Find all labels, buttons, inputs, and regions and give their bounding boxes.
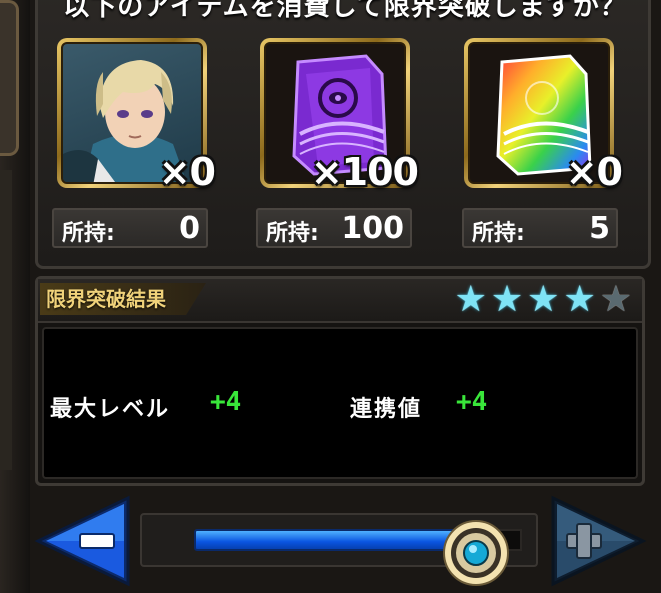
owned-value: 5	[589, 211, 610, 246]
star-empty-icon: ★	[599, 279, 632, 320]
owned-label: 所持:	[62, 221, 115, 246]
item-character[interactable]: ×0	[57, 38, 216, 196]
slider-fill	[194, 529, 465, 551]
owned-value: 0	[179, 211, 200, 246]
stat-link-value-value: +4	[456, 387, 488, 417]
result-body: 最大レベル +4 連携値 +4	[42, 327, 638, 479]
owned-box-purple-card: 所持: 100	[256, 208, 412, 248]
owned-box-character: 所持: 0	[52, 208, 208, 248]
result-title: 限界突破結果	[46, 287, 166, 311]
owned-box-rainbow-card: 所持: 5	[462, 208, 618, 248]
item-count: ×100	[310, 150, 419, 194]
slider-knob[interactable]	[441, 518, 511, 588]
star-filled-icon: ★	[490, 279, 524, 320]
item-rainbow-card[interactable]: ×0	[464, 38, 623, 196]
owned-label: 所持:	[472, 221, 525, 246]
stat-link-value-label: 連携値	[350, 397, 423, 422]
star-filled-icon: ★	[527, 279, 560, 320]
result-header: 限界突破結果 ★ ★ ★ ★ ★	[38, 279, 642, 323]
plus-arrow-icon	[551, 495, 647, 587]
stat-max-level-label: 最大レベル	[50, 397, 171, 422]
item-count: ×0	[565, 150, 623, 194]
stat-max-level-value: +4	[210, 387, 242, 417]
amount-slider[interactable]	[140, 513, 538, 586]
owned-value: 100	[341, 211, 404, 246]
item-purple-card[interactable]: ×100	[260, 38, 419, 196]
confirm-question: 以下のアイテムを消費して限界突破しますか？	[63, 0, 627, 22]
minus-arrow-icon	[34, 495, 130, 587]
star-filled-icon: ★	[454, 279, 487, 320]
star-filled-icon: ★	[563, 279, 596, 320]
background-left	[0, 0, 30, 593]
decrease-button[interactable]	[32, 494, 132, 588]
increase-button[interactable]	[549, 494, 649, 588]
limit-break-result-panel: 限界突破結果 ★ ★ ★ ★ ★ 最大レベル +4 連携値 +4	[35, 276, 645, 486]
owned-label: 所持:	[266, 221, 319, 246]
item-count: ×0	[158, 150, 216, 194]
rarity-stars: ★ ★ ★ ★ ★	[455, 281, 632, 319]
